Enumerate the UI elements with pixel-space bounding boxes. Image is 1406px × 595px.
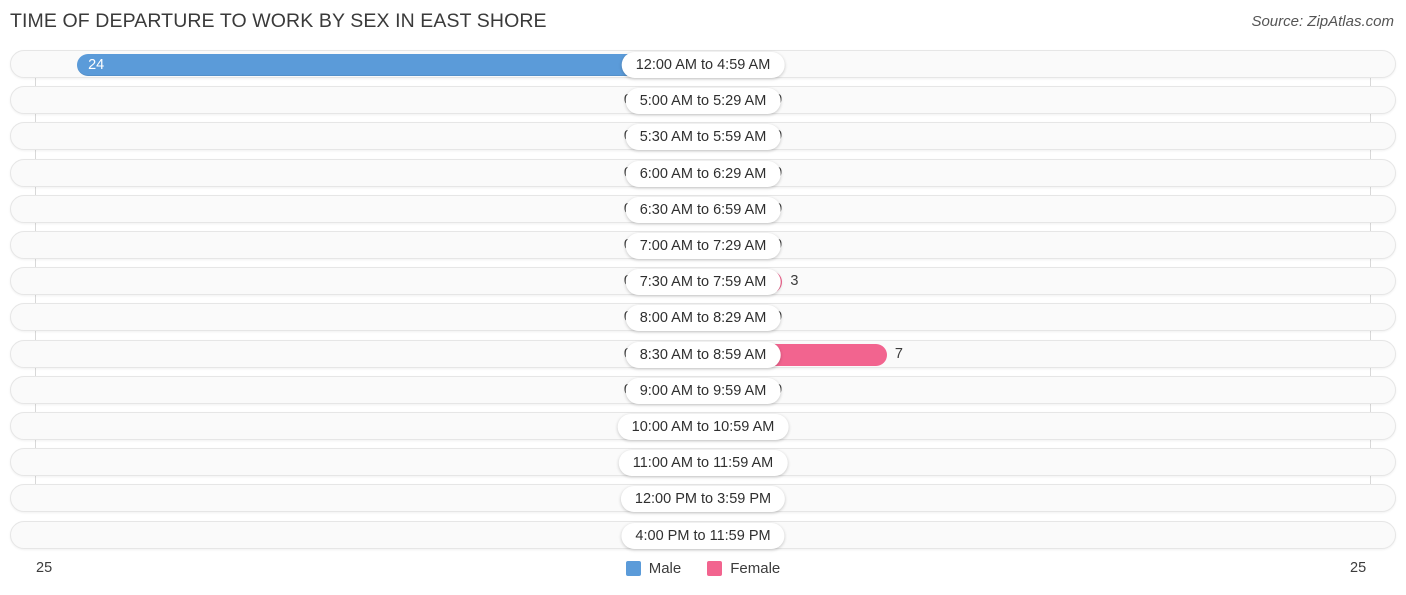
table-row: 004:00 PM to 11:59 PM (10, 520, 1396, 549)
row-inner: 005:30 AM to 5:59 AM (11, 123, 1395, 151)
row-inner: 078:30 AM to 8:59 AM (11, 341, 1395, 368)
legend-label-male: Male (648, 560, 682, 577)
table-row: 008:00 AM to 8:29 AM (10, 303, 1396, 332)
category-label: 8:30 AM to 8:59 AM (625, 341, 781, 368)
table-row: 037:30 AM to 7:59 AM (10, 267, 1396, 296)
row-inner: 037:30 AM to 7:59 AM (11, 268, 1395, 296)
table-row: 006:00 AM to 6:29 AM (10, 158, 1396, 187)
table-row: 005:30 AM to 5:59 AM (10, 122, 1396, 151)
row-inner: 24012:00 AM to 4:59 AM (11, 51, 1395, 78)
source-attribution: Source: ZipAtlas.com (1251, 13, 1394, 30)
category-label: 12:00 PM to 3:59 PM (620, 486, 786, 513)
chart-legend: Male Female (0, 560, 1406, 577)
bar-value-female: 7 (894, 345, 903, 362)
category-label: 12:00 AM to 4:59 AM (621, 52, 785, 78)
row-inner: 006:30 AM to 6:59 AM (11, 196, 1395, 223)
row-inner: 004:00 PM to 11:59 PM (11, 522, 1395, 549)
row-inner: 006:00 AM to 6:29 AM (11, 160, 1395, 187)
table-row: 005:00 AM to 5:29 AM (10, 86, 1396, 115)
table-row: 006:30 AM to 6:59 AM (10, 194, 1396, 223)
row-inner: 007:00 AM to 7:29 AM (11, 232, 1395, 259)
bar-value-male: 24 (88, 57, 105, 73)
category-label: 6:00 AM to 6:29 AM (625, 160, 781, 187)
row-inner: 009:00 AM to 9:59 AM (11, 377, 1395, 404)
category-label: 7:30 AM to 7:59 AM (625, 269, 781, 296)
category-label: 9:00 AM to 9:59 AM (625, 377, 781, 404)
page-title: TIME OF DEPARTURE TO WORK BY SEX IN EAST… (10, 10, 547, 32)
chart-plot-area: 24012:00 AM to 4:59 AM 005:00 AM to 5:29 … (0, 44, 1406, 552)
category-label: 10:00 AM to 10:59 AM (617, 414, 789, 440)
bar-value-female: 3 (790, 273, 799, 290)
legend-item-female[interactable]: Female (707, 560, 780, 577)
legend-item-male[interactable]: Male (625, 560, 682, 577)
category-label: 8:00 AM to 8:29 AM (625, 305, 781, 332)
category-label: 7:00 AM to 7:29 AM (625, 233, 781, 259)
chart-header: TIME OF DEPARTURE TO WORK BY SEX IN EAST… (0, 0, 1406, 44)
category-label: 6:30 AM to 6:59 AM (625, 196, 781, 223)
category-label: 5:30 AM to 5:59 AM (625, 124, 781, 151)
legend-swatch-male (625, 561, 641, 576)
row-inner: 008:00 AM to 8:29 AM (11, 304, 1395, 332)
category-label: 5:00 AM to 5:29 AM (625, 88, 781, 115)
row-inner: 0012:00 PM to 3:59 PM (11, 485, 1395, 513)
table-row: 009:00 AM to 9:59 AM (10, 375, 1396, 404)
bar-male: 24 (77, 54, 704, 76)
table-row: 0010:00 AM to 10:59 AM (10, 412, 1396, 440)
row-inner: 0011:00 AM to 11:59 AM (11, 449, 1395, 477)
table-row: 007:00 AM to 7:29 AM (10, 231, 1396, 259)
legend-swatch-female (707, 561, 723, 576)
category-label: 4:00 PM to 11:59 PM (621, 522, 785, 549)
table-row: 0012:00 PM to 3:59 PM (10, 484, 1396, 513)
chart-page: TIME OF DEPARTURE TO WORK BY SEX IN EAST… (0, 0, 1406, 595)
category-label: 11:00 AM to 11:59 AM (618, 450, 788, 477)
table-row: 24012:00 AM to 4:59 AM (10, 50, 1396, 78)
row-inner: 005:00 AM to 5:29 AM (11, 87, 1395, 115)
table-row: 078:30 AM to 8:59 AM (10, 339, 1396, 368)
chart-footer: 25 25 Male Female (0, 552, 1406, 595)
legend-label-female: Female (730, 560, 781, 577)
row-inner: 0010:00 AM to 10:59 AM (11, 413, 1395, 440)
table-row: 0011:00 AM to 11:59 AM (10, 448, 1396, 477)
